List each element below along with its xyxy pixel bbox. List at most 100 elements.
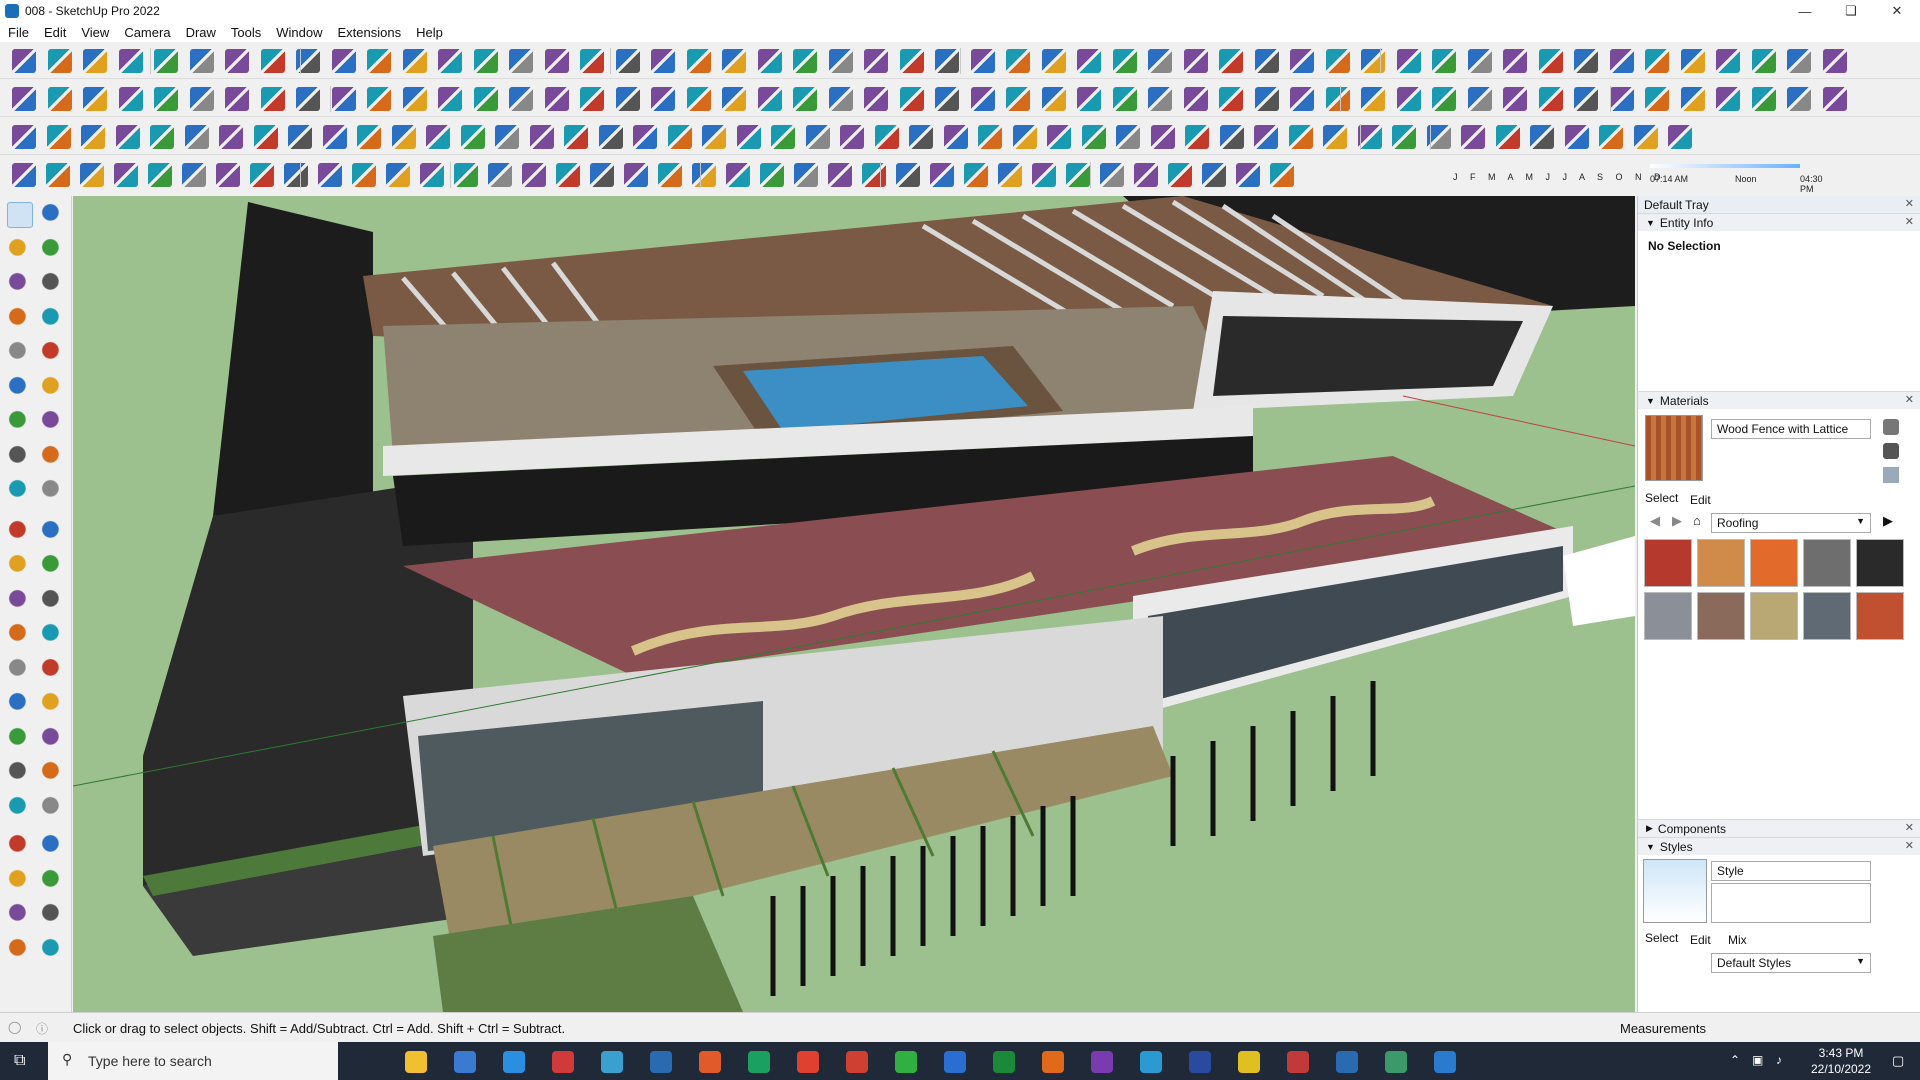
toolbar-tool-icon[interactable] bbox=[1467, 49, 1492, 73]
material-swatch[interactable] bbox=[1644, 592, 1692, 640]
toolbar-tool-icon[interactable] bbox=[1361, 87, 1385, 111]
toolbar-tool-icon[interactable] bbox=[1633, 125, 1658, 149]
materials-tab-select[interactable]: Select bbox=[1645, 491, 1678, 505]
toolbar-tool-icon[interactable] bbox=[633, 125, 657, 149]
toolbar-tool-icon[interactable] bbox=[978, 125, 1002, 149]
toolbar-tool-icon[interactable] bbox=[529, 125, 554, 149]
toolbar-tool-icon[interactable] bbox=[150, 125, 174, 149]
drawing-tool-icon[interactable] bbox=[7, 794, 33, 821]
toolbar-tool-icon[interactable] bbox=[1357, 125, 1382, 149]
toolbar-tool-icon[interactable] bbox=[296, 87, 320, 111]
styles-tab-select[interactable]: Select bbox=[1645, 931, 1678, 945]
menu-window[interactable]: Window bbox=[276, 25, 322, 40]
drawing-tool-icon[interactable] bbox=[7, 622, 33, 648]
toolbar-tool-icon[interactable] bbox=[1538, 49, 1563, 73]
toolbar-tool-icon[interactable] bbox=[1396, 49, 1421, 73]
taskbar-app-icon[interactable] bbox=[552, 1051, 574, 1073]
toolbar-tool-icon[interactable] bbox=[367, 49, 391, 73]
home-icon[interactable]: ⌂ bbox=[1693, 513, 1701, 528]
drawing-tool-icon[interactable] bbox=[7, 443, 33, 470]
toolbar-tool-icon[interactable] bbox=[590, 163, 614, 187]
taskbar-app-icon[interactable] bbox=[797, 1051, 819, 1073]
toolbar-tool-icon[interactable] bbox=[1047, 125, 1071, 149]
toolbar-tool-icon[interactable] bbox=[1787, 87, 1811, 111]
toolbar-tool-icon[interactable] bbox=[1183, 87, 1208, 111]
drawing-tool-icon[interactable] bbox=[7, 236, 33, 263]
toolbar-tool-icon[interactable] bbox=[1538, 87, 1563, 111]
toolbar-tool-icon[interactable] bbox=[1323, 125, 1347, 149]
styles-header[interactable]: ▼ Styles ✕ bbox=[1638, 837, 1920, 855]
styles-tab-edit[interactable]: Edit bbox=[1690, 933, 1711, 947]
drawing-tool-icon[interactable] bbox=[40, 553, 66, 579]
toolbar-tool-icon[interactable] bbox=[757, 49, 782, 73]
toolbar-tool-icon[interactable] bbox=[83, 49, 107, 73]
toolbar-tool-icon[interactable] bbox=[805, 125, 830, 149]
toolbar-tool-icon[interactable] bbox=[794, 163, 818, 187]
toolbar-tool-icon[interactable] bbox=[148, 163, 172, 187]
toolbar-tool-icon[interactable] bbox=[757, 87, 782, 111]
toolbar-tool-icon[interactable] bbox=[1503, 87, 1527, 111]
toolbar-tool-icon[interactable] bbox=[544, 87, 569, 111]
toolbar-tool-icon[interactable] bbox=[1822, 49, 1847, 73]
toolbar-tool-icon[interactable] bbox=[402, 87, 427, 111]
drawing-tool-icon[interactable] bbox=[40, 936, 66, 963]
menu-view[interactable]: View bbox=[81, 25, 109, 40]
toolbar-tool-icon[interactable] bbox=[1680, 87, 1705, 111]
toolbar-tool-icon[interactable] bbox=[352, 163, 376, 187]
drawing-tool-icon[interactable] bbox=[7, 760, 33, 786]
tray-close-icon[interactable]: ✕ bbox=[1905, 197, 1914, 210]
toolbar-tool-icon[interactable] bbox=[1609, 87, 1634, 111]
maximize-icon[interactable]: ❏ bbox=[1828, 0, 1874, 22]
toolbar-tool-icon[interactable] bbox=[874, 125, 899, 149]
toolbar-tool-icon[interactable] bbox=[189, 49, 214, 73]
toolbar-tool-icon[interactable] bbox=[651, 87, 675, 111]
material-swatch[interactable] bbox=[1750, 539, 1798, 587]
toolbar-tool-icon[interactable] bbox=[1077, 87, 1101, 111]
close-icon[interactable]: ✕ bbox=[1874, 0, 1920, 22]
toolbar-tool-icon[interactable] bbox=[828, 163, 852, 187]
toolbar-tool-icon[interactable] bbox=[692, 163, 716, 187]
forward-arrow-icon[interactable]: ▶ bbox=[1672, 513, 1682, 529]
toolbar-tool-icon[interactable] bbox=[402, 49, 427, 73]
toolbar-tool-icon[interactable] bbox=[357, 125, 381, 149]
toolbar-tool-icon[interactable] bbox=[253, 125, 278, 149]
drawing-tool-icon[interactable] bbox=[40, 725, 66, 752]
menu-file[interactable]: File bbox=[8, 25, 29, 40]
toolbar-tool-icon[interactable] bbox=[793, 49, 817, 73]
toolbar-tool-icon[interactable] bbox=[1254, 125, 1278, 149]
default-paint-icon[interactable] bbox=[1883, 443, 1899, 459]
toolbar-tool-icon[interactable] bbox=[658, 163, 682, 187]
toolbar-tool-icon[interactable] bbox=[284, 163, 308, 187]
menu-help[interactable]: Help bbox=[416, 25, 443, 40]
toolbar-tool-icon[interactable] bbox=[454, 163, 478, 187]
drawing-tool-icon[interactable] bbox=[7, 902, 33, 928]
drawing-tool-icon[interactable] bbox=[7, 518, 33, 545]
toolbar-tool-icon[interactable] bbox=[686, 87, 711, 111]
drawing-tool-icon[interactable] bbox=[40, 236, 66, 263]
toolbar-tool-icon[interactable] bbox=[1148, 49, 1172, 73]
toolbar-tool-icon[interactable] bbox=[46, 125, 71, 149]
toolbar-tool-icon[interactable] bbox=[182, 163, 206, 187]
toolbar-tool-icon[interactable] bbox=[81, 125, 105, 149]
taskbar-app-icon[interactable] bbox=[1189, 1051, 1211, 1073]
toolbar-tool-icon[interactable] bbox=[1467, 87, 1492, 111]
drawing-tool-icon[interactable] bbox=[40, 622, 66, 648]
taskbar-app-icon[interactable] bbox=[895, 1051, 917, 1073]
toolbar-tool-icon[interactable] bbox=[438, 87, 462, 111]
taskbar-app-icon[interactable] bbox=[405, 1051, 427, 1073]
drawing-tool-icon[interactable] bbox=[40, 794, 66, 821]
toolbar-tool-icon[interactable] bbox=[154, 87, 178, 111]
toolbar-tool-icon[interactable] bbox=[1530, 125, 1554, 149]
toolbar-tool-icon[interactable] bbox=[1461, 125, 1485, 149]
create-material-icon[interactable] bbox=[1883, 419, 1899, 435]
toolbar-tool-icon[interactable] bbox=[651, 49, 675, 73]
details-arrow-icon[interactable]: ▶ bbox=[1883, 513, 1893, 529]
materials-tab-edit[interactable]: Edit bbox=[1690, 493, 1711, 507]
material-swatch[interactable] bbox=[1856, 592, 1904, 640]
taskbar-app-icon[interactable] bbox=[1336, 1051, 1358, 1073]
toolbar-tool-icon[interactable] bbox=[1254, 87, 1279, 111]
toolbar-tool-icon[interactable] bbox=[1185, 125, 1209, 149]
network-icon[interactable]: ▣ bbox=[1752, 1053, 1763, 1067]
toolbar-tool-icon[interactable] bbox=[1150, 125, 1175, 149]
toolbar-tool-icon[interactable] bbox=[225, 49, 249, 73]
